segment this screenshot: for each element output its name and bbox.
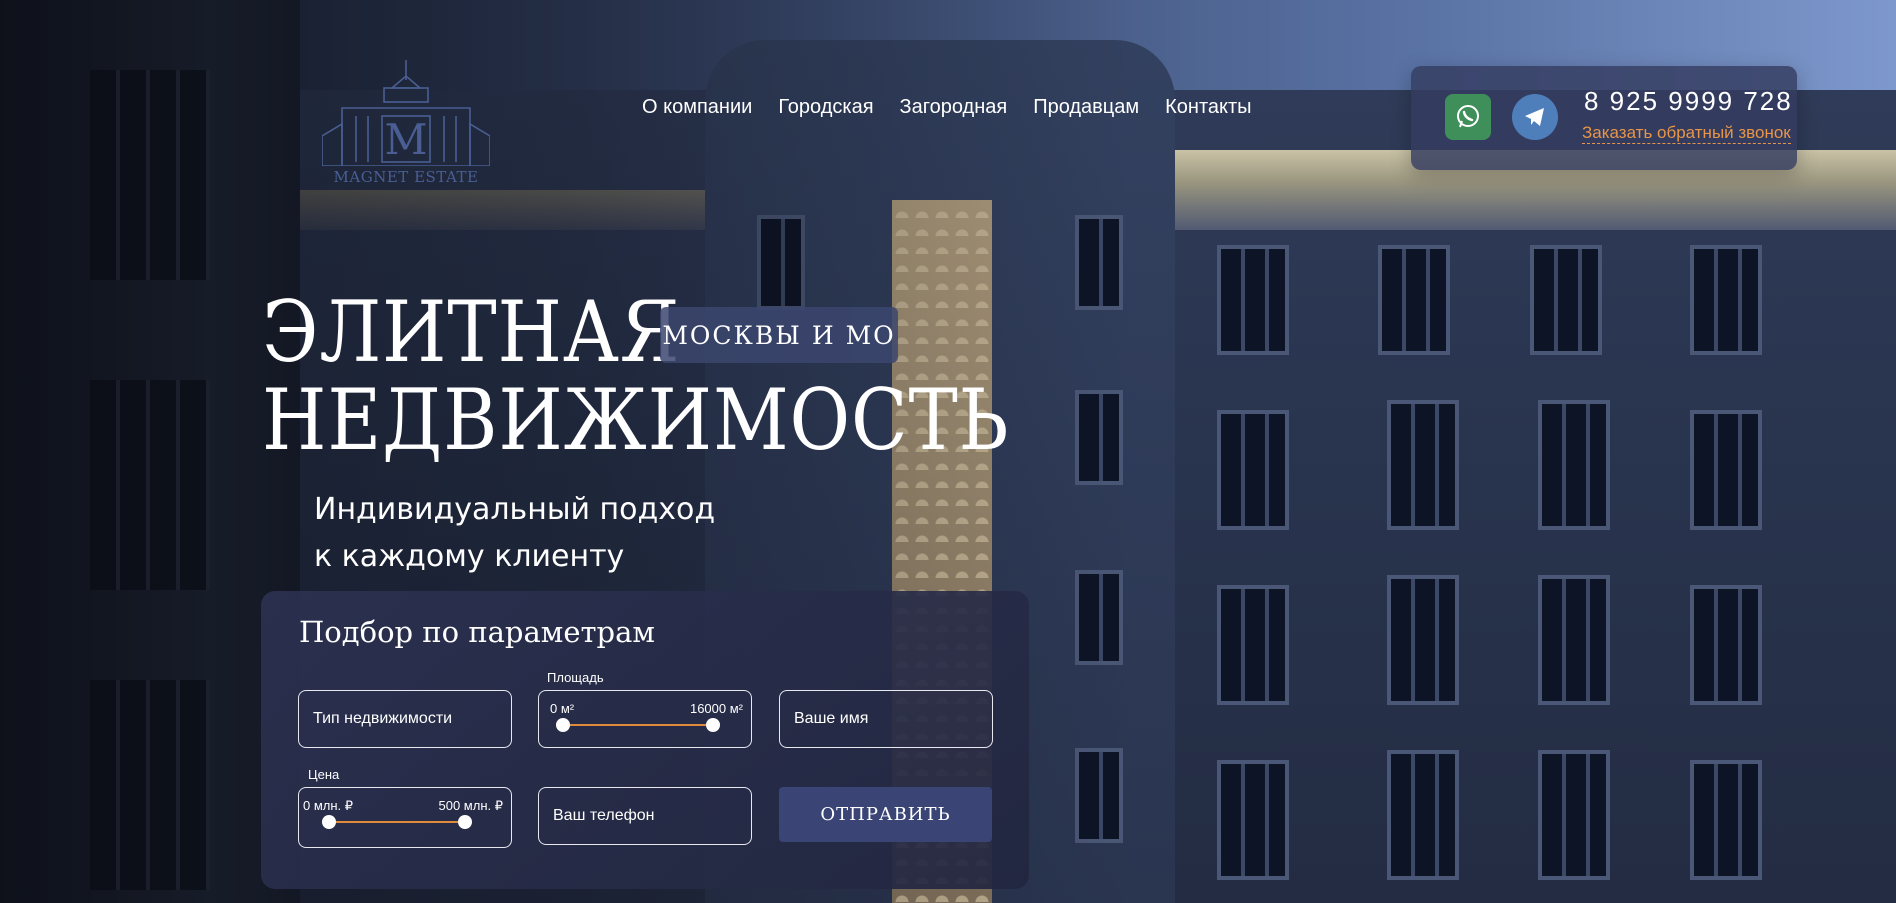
logo-building-icon: M xyxy=(321,60,491,167)
submit-button[interactable]: ОТПРАВИТЬ xyxy=(779,787,992,842)
filter-panel: Подбор по параметрам Площадь 0 м² 16000 … xyxy=(261,591,1029,889)
hero-title-line1: ЭЛИТНАЯ xyxy=(262,283,681,381)
phone-number[interactable]: 8 925 9999 728 xyxy=(1584,86,1793,117)
nav-item-sellers[interactable]: Продавцам xyxy=(1033,96,1139,119)
logo-text: MAGNET ESTATE xyxy=(333,168,479,186)
logo[interactable]: M MAGNET ESTATE xyxy=(321,58,491,186)
area-label: Площадь xyxy=(547,670,604,685)
contact-box: 8 925 9999 728 Заказать обратный звонок xyxy=(1411,66,1797,170)
hero-subtitle-line2: к каждому клиенту xyxy=(314,539,625,574)
area-min-value: 0 м² xyxy=(550,701,575,716)
price-track xyxy=(322,815,472,829)
nav-item-city[interactable]: Городская xyxy=(778,96,873,119)
area-min-handle[interactable] xyxy=(556,718,570,732)
price-range[interactable]: 0 млн. ₽ 500 млн. ₽ xyxy=(298,787,512,848)
property-type-select[interactable] xyxy=(298,690,512,748)
nav-item-about[interactable]: О компании xyxy=(642,96,752,119)
price-label: Цена xyxy=(308,767,340,782)
area-track xyxy=(556,718,720,732)
name-field[interactable] xyxy=(779,690,993,748)
phone-field[interactable] xyxy=(538,787,752,845)
nav-item-contacts[interactable]: Контакты xyxy=(1165,96,1251,119)
callback-link[interactable]: Заказать обратный звонок xyxy=(1582,123,1791,144)
area-range[interactable]: 0 м² 16000 м² xyxy=(538,690,752,748)
name-input[interactable] xyxy=(780,691,992,747)
filter-title: Подбор по параметрам xyxy=(299,615,655,649)
area-max-value: 16000 м² xyxy=(689,701,743,716)
area-max-handle[interactable] xyxy=(706,718,720,732)
hero-subtitle-line1: Индивидуальный подход xyxy=(314,492,716,527)
telegram-icon[interactable] xyxy=(1512,94,1558,140)
price-min-value: 0 млн. ₽ xyxy=(303,798,354,813)
price-min-handle[interactable] xyxy=(322,815,336,829)
main-nav: О компании Городская Загородная Продавца… xyxy=(642,96,1252,119)
hero-title-line2: НЕДВИЖИМОСТЬ xyxy=(262,371,1010,469)
nav-item-country[interactable]: Загородная xyxy=(900,96,1008,119)
price-max-handle[interactable] xyxy=(458,815,472,829)
phone-input[interactable] xyxy=(539,788,751,844)
svg-text:M: M xyxy=(384,115,427,164)
property-type-input[interactable] xyxy=(299,691,511,747)
price-max-value: 500 млн. ₽ xyxy=(438,798,504,813)
hero-badge: МОСКВЫ И МО xyxy=(660,307,898,363)
whatsapp-icon[interactable] xyxy=(1445,94,1491,140)
